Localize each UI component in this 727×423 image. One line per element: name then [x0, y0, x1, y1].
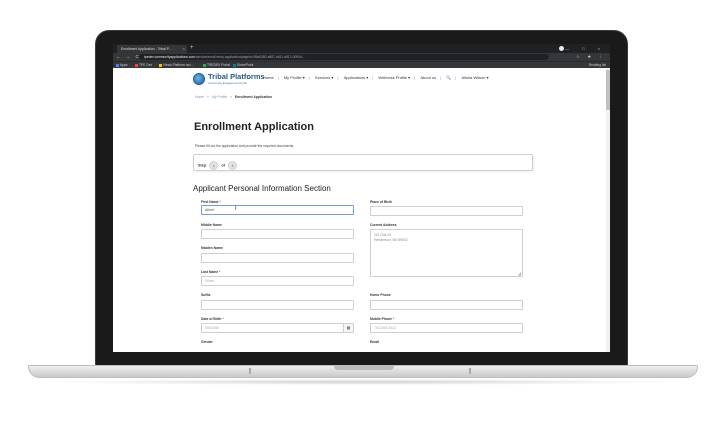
suffix-label: Suffix	[201, 293, 211, 297]
dob-value: 5/6/1956	[205, 326, 219, 330]
hinge-mark	[249, 368, 251, 374]
laptop-shadow	[40, 379, 686, 385]
page-description: Please fill out the application and prov…	[195, 144, 295, 148]
resize-handle-icon[interactable]: ◢	[518, 271, 521, 276]
text-cursor-icon: I	[235, 206, 237, 212]
step-indicator: Step 1 of 3	[193, 154, 533, 171]
dob-label: Date of Birth *	[201, 317, 224, 321]
bookmarks-bar: Apps TPE Dev Views Platform acc... TREDE…	[113, 61, 610, 68]
middle-name-input[interactable]	[201, 229, 354, 239]
step-total: 3	[228, 161, 238, 170]
browser-addressbar: ← → C tpedev.communityapplications.com/s…	[113, 53, 610, 61]
window-controls[interactable]: — □ ×	[565, 44, 606, 53]
home-phone-label: Home Phone	[370, 293, 391, 297]
section-title: Applicant Personal Information Section	[193, 184, 331, 193]
sharepoint-icon	[233, 63, 236, 67]
first-name-label: First Name *	[201, 200, 221, 204]
place-of-birth-label: Place of Birth	[370, 200, 392, 204]
main-nav: Home | My Profile ▾ | Services ▾ | Applicat…	[263, 75, 489, 80]
apps-icon	[116, 63, 119, 67]
email-label: Email	[370, 340, 380, 344]
maiden-name-label: Maiden Name	[201, 246, 223, 250]
nav-about-us[interactable]: About us	[420, 75, 436, 80]
home-phone-input[interactable]	[370, 300, 523, 310]
address-line-2: Henderson, NV 89002	[374, 238, 408, 242]
breadcrumb: Home» My Profile» Enrollment Application	[195, 95, 272, 99]
nav-services[interactable]: Services ▾	[315, 75, 333, 80]
url-host: tpedev.communityapplications.com	[144, 55, 196, 59]
step-current: 1	[209, 161, 219, 170]
last-name-input[interactable]: Shaw	[201, 276, 354, 286]
middle-name-label: Middle Name	[201, 223, 222, 227]
current-address-textarea[interactable]: 113 Oak St Henderson, NV 89002 ◢	[370, 229, 523, 277]
maiden-name-input[interactable]	[201, 253, 354, 263]
calendar-icon[interactable]: ▦	[343, 324, 353, 332]
mobile-phone-input[interactable]: 702-555-4512	[370, 323, 523, 333]
browser-tab[interactable]: Enrollment Application - Tribal P... ×	[117, 45, 187, 53]
logo-title[interactable]: Tribal Platforms	[208, 72, 265, 81]
suffix-input[interactable]	[201, 300, 354, 310]
laptop-notch	[334, 366, 394, 370]
step-of: of	[221, 163, 225, 168]
dob-input[interactable]: 5/6/1956 ▦	[201, 323, 354, 333]
mobile-phone-label: Mobile Phone *	[370, 317, 395, 321]
url-path: /service/enroll-entry-application/pageId…	[195, 55, 305, 59]
new-tab-icon[interactable]: +	[190, 44, 194, 53]
current-address-label: Current Address	[370, 223, 397, 227]
nav-my-profile[interactable]: My Profile ▾	[284, 75, 305, 80]
nav-applications[interactable]: Applications ▾	[344, 75, 369, 80]
bookmark-icon	[203, 63, 206, 67]
scrollbar-thumb[interactable]	[606, 70, 610, 110]
nav-user-menu[interactable]: Alisha Wilson ▾	[461, 75, 488, 80]
tab-close-icon[interactable]: ×	[183, 45, 185, 53]
first-name-input[interactable]: Albert	[201, 205, 354, 215]
browser-tabbar: Enrollment Application - Tribal P... × +…	[113, 44, 610, 53]
page-title: Enrollment Application	[194, 121, 314, 133]
extension-icons[interactable]: ☆ ★ ⋮	[576, 53, 606, 61]
page-scrollbar[interactable]	[606, 68, 610, 352]
page-content: Tribal Platforms Community Engagement Po…	[113, 68, 610, 352]
breadcrumb-home[interactable]: Home	[195, 95, 204, 99]
laptop-base	[28, 365, 698, 378]
search-icon[interactable]: 🔍	[446, 75, 451, 80]
breadcrumb-current: Enrollment Application	[234, 95, 272, 99]
logo-icon[interactable]	[193, 73, 205, 85]
site-header: Tribal Platforms Community Engagement Po…	[193, 72, 533, 88]
logo-subtitle: Community Engagement Portal	[208, 81, 247, 85]
place-of-birth-input[interactable]	[370, 206, 523, 216]
tab-title: Enrollment Application - Tribal P...	[121, 47, 172, 51]
back-forward-reload-icons[interactable]: ← → C	[116, 53, 141, 61]
bookmark-icon	[135, 63, 138, 67]
breadcrumb-profile[interactable]: My Profile	[212, 95, 227, 99]
step-label: Step	[198, 163, 207, 168]
bookmark-icon	[159, 63, 162, 67]
last-name-label: Last Name *	[201, 270, 221, 274]
hinge-mark	[469, 368, 471, 374]
nav-wellness-profile[interactable]: Wellness Profile ▾	[378, 75, 410, 80]
gender-label: Gender	[201, 340, 213, 344]
profile-icon[interactable]	[559, 46, 564, 51]
screen: Enrollment Application - Tribal P... × +…	[113, 44, 610, 352]
nav-home[interactable]: Home	[263, 75, 274, 80]
url-input[interactable]: tpedev.communityapplications.com/service…	[139, 54, 549, 60]
